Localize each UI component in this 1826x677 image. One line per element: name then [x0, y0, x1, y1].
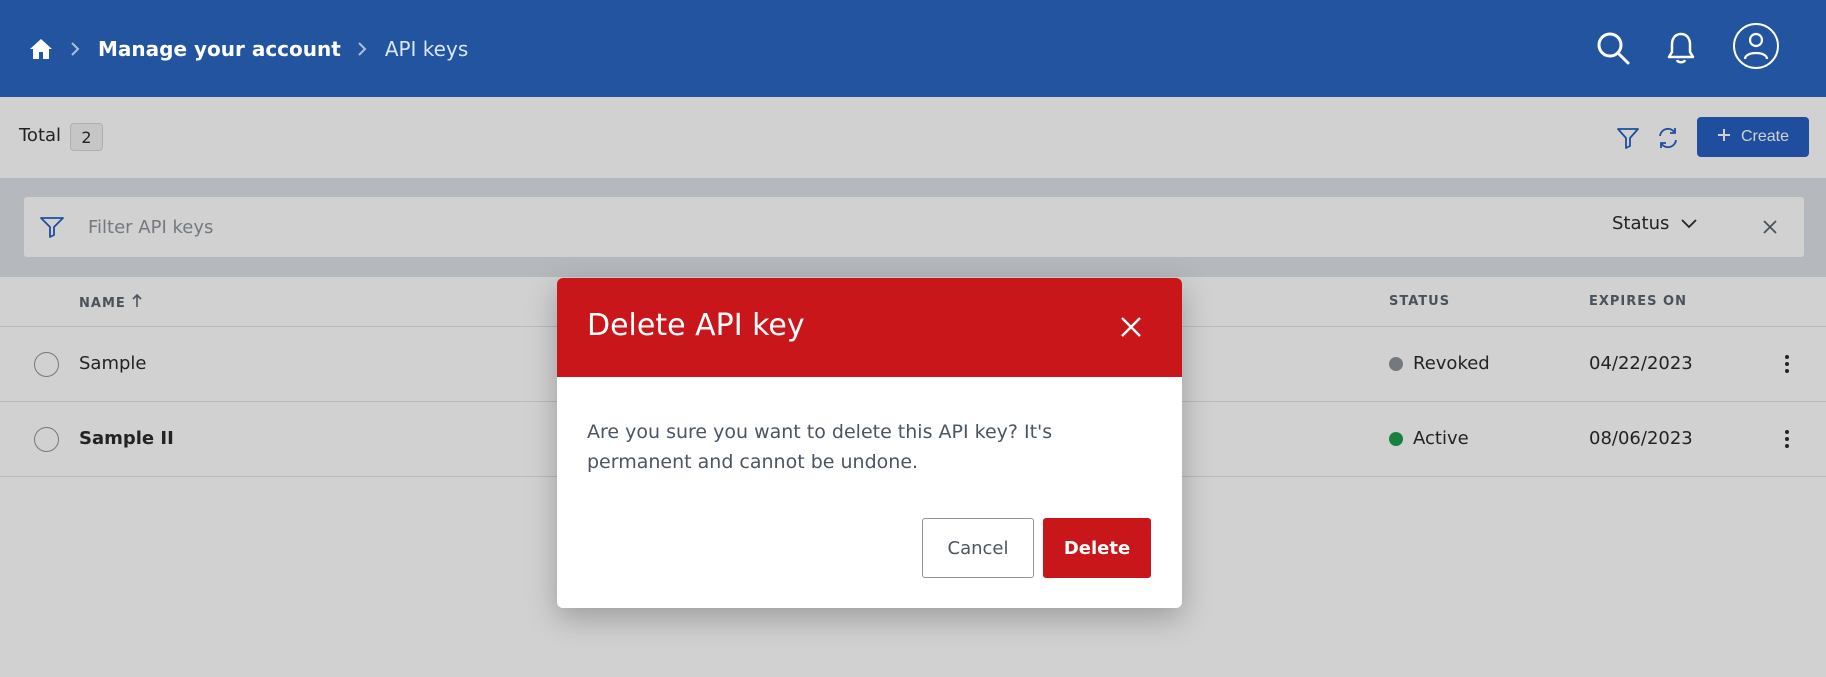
close-icon[interactable] — [1115, 311, 1147, 343]
chevron-right-icon — [357, 41, 369, 56]
cancel-button[interactable]: Cancel — [922, 518, 1034, 578]
dialog-title: Delete API key — [587, 308, 805, 343]
search-icon[interactable] — [1593, 28, 1633, 68]
breadcrumb-manage-account[interactable]: Manage your account — [98, 37, 341, 61]
chevron-right-icon — [70, 41, 82, 56]
breadcrumb-current: API keys — [384, 36, 469, 61]
bell-icon[interactable] — [1661, 28, 1701, 68]
dialog-message: Are you sure you want to delete this API… — [587, 421, 1053, 473]
home-icon[interactable] — [28, 36, 54, 62]
top-bar: Manage your account API keys — [0, 0, 1826, 97]
delete-api-key-dialog: Delete API key Are you sure you want to … — [557, 278, 1182, 608]
dialog-header: Delete API key — [557, 278, 1182, 377]
user-icon[interactable] — [1733, 23, 1779, 69]
delete-button[interactable]: Delete — [1043, 518, 1151, 578]
breadcrumb: Manage your account API keys — [28, 36, 468, 62]
dialog-actions: Cancel Delete — [557, 518, 1182, 578]
